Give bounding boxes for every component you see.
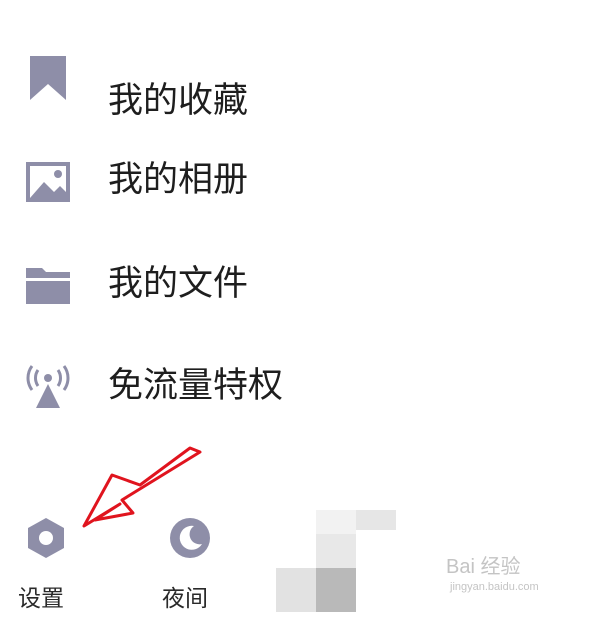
folder-icon xyxy=(24,260,72,308)
image-icon xyxy=(24,158,72,206)
watermark-main: Bai 经验 xyxy=(446,556,521,578)
night-label: 夜间 xyxy=(162,586,208,612)
baidu-jingyan-watermark: Bai 经验 jingyan.baidu.com xyxy=(446,555,566,599)
menu-item-label: 我的收藏 xyxy=(108,81,249,121)
settings-button[interactable]: 设置 xyxy=(0,508,100,618)
menu-item-label: 免流量特权 xyxy=(108,366,284,406)
moon-icon xyxy=(166,514,214,562)
menu-item-data-free[interactable]: 免流量特权 xyxy=(0,336,600,436)
menu-item-files[interactable]: 我的文件 xyxy=(0,234,600,334)
menu-item-favorites[interactable]: 我的收藏 xyxy=(0,26,600,126)
settings-label: 设置 xyxy=(18,586,64,612)
watermark-sub: jingyan.baidu.com xyxy=(450,581,539,593)
bookmark-icon xyxy=(24,54,72,102)
gear-icon xyxy=(22,514,70,562)
menu-item-album[interactable]: 我的相册 xyxy=(0,132,600,232)
night-mode-button[interactable]: 夜间 xyxy=(140,508,240,618)
menu-item-label: 我的相册 xyxy=(108,160,249,200)
menu-item-label: 我的文件 xyxy=(108,264,249,304)
signal-tower-icon xyxy=(24,362,72,410)
